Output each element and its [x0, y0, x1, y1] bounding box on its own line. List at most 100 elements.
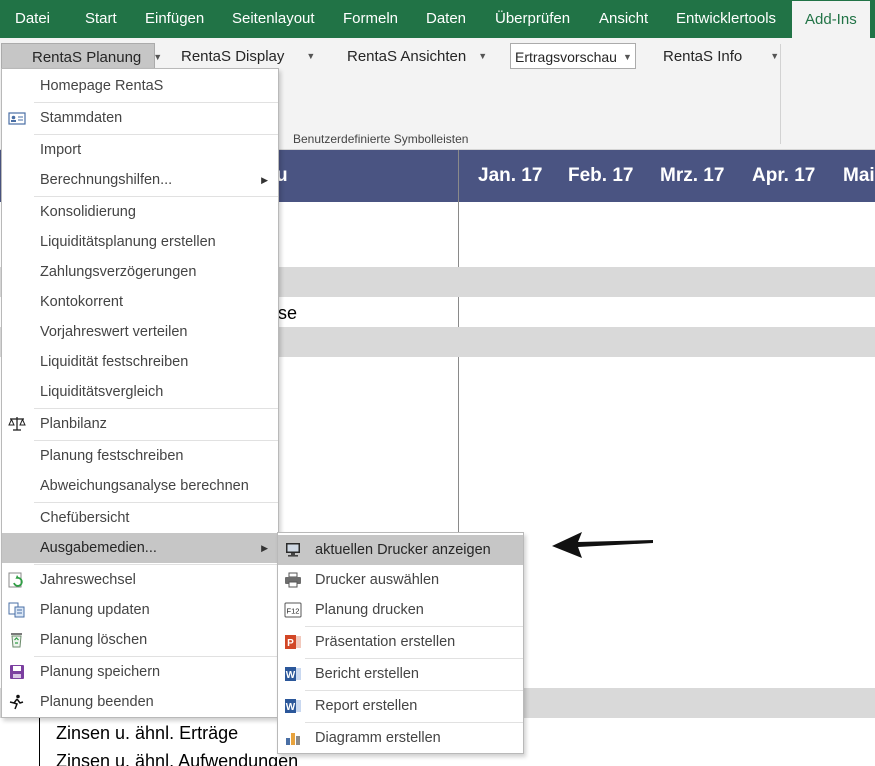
cell-zinsen-ertraege[interactable]: Zinsen u. ähnl. Erträge: [56, 723, 238, 744]
menu-item-label: Planung beenden: [40, 694, 154, 710]
ribbon-group-label: Benutzerdefinierte Symbolleisten: [293, 132, 469, 146]
menu-item-liquiditaetsvergleich[interactable]: Liquiditätsvergleich: [2, 377, 278, 407]
printer-icon: [285, 572, 301, 588]
menu-item-label: Bericht erstellen: [315, 666, 419, 682]
submenu-arrow-icon: ▶: [261, 543, 268, 553]
menu-item-homepage[interactable]: Homepage RentaS: [2, 71, 278, 101]
f12-key-icon: F12: [284, 602, 302, 618]
menu-item-drucker-anzeigen[interactable]: aktuellen Drucker anzeigen: [278, 535, 523, 565]
menu-item-label: Präsentation erstellen: [315, 634, 456, 650]
menu-item-stammdaten[interactable]: Stammdaten: [2, 103, 278, 133]
rentas-planung-dropdown: Homepage RentaS Stammdaten Import Berech…: [1, 68, 279, 718]
month-header-mai[interactable]: Mai: [843, 165, 875, 187]
menu-item-liquiditaetsplanung[interactable]: Liquiditätsplanung erstellen: [2, 227, 278, 257]
menu-item-label: Stammdaten: [40, 110, 123, 126]
word-icon: W: [285, 699, 301, 713]
menu-item-liquiditaet-festschreiben[interactable]: Liquidität festschreiben: [2, 347, 278, 377]
svg-text:P: P: [287, 638, 294, 649]
menu-item-planung-beenden[interactable]: Planung beenden: [2, 687, 278, 717]
rentas-planung-menu-button[interactable]: RentaS Planung ▼: [1, 43, 162, 69]
menu-item-label: Vorjahreswert verteilen: [40, 324, 188, 340]
menu-item-bericht-erstellen[interactable]: W Bericht erstellen: [278, 659, 523, 689]
tab-einfuegen[interactable]: Einfügen: [145, 0, 204, 38]
word-icon: W: [285, 667, 301, 681]
save-icon: [10, 665, 24, 679]
menu-item-planung-drucken[interactable]: F12 Planung drucken: [278, 595, 523, 625]
refresh-icon: [8, 572, 23, 588]
menu-item-label: Liquidität festschreiben: [40, 354, 189, 370]
rentas-info-label: RentaS Info: [663, 48, 743, 65]
menu-item-label: Ausgabemedien...: [40, 540, 157, 556]
menu-item-konsolidierung[interactable]: Konsolidierung: [2, 197, 278, 227]
menu-item-abweichungsanalyse[interactable]: Abweichungsanalyse berechnen: [2, 471, 278, 501]
menu-item-planung-updaten[interactable]: Planung updaten: [2, 595, 278, 625]
recycle-bin-icon: [11, 633, 22, 648]
month-header-mrz[interactable]: Mrz. 17: [660, 165, 724, 187]
menu-item-label: Homepage RentaS: [40, 78, 164, 94]
tab-ueberpruefen[interactable]: Überprüfen: [495, 0, 570, 38]
menu-item-label: Berechnungshilfen...: [40, 172, 173, 188]
svg-text:W: W: [286, 670, 296, 681]
month-header-jan[interactable]: Jan. 17: [478, 165, 542, 187]
tab-start[interactable]: Start: [85, 0, 117, 38]
rentas-ansichten-label: RentaS Ansichten: [347, 48, 467, 65]
caret-down-icon: ▼: [306, 51, 316, 61]
tab-formeln[interactable]: Formeln: [343, 0, 398, 38]
ausgabemedien-submenu: aktuellen Drucker anzeigen Drucker auswä…: [277, 532, 524, 754]
menu-item-planbilanz[interactable]: Planbilanz: [2, 409, 278, 439]
menu-item-vorjahreswert[interactable]: Vorjahreswert verteilen: [2, 317, 278, 347]
menu-item-label: Diagramm erstellen: [315, 730, 441, 746]
tab-ansicht[interactable]: Ansicht: [599, 0, 648, 38]
exit-icon: [9, 694, 24, 710]
rentas-display-menu-button[interactable]: RentaS Display ▼: [181, 43, 315, 69]
menu-item-import[interactable]: Import: [2, 135, 278, 165]
caret-down-icon: ▼: [622, 52, 632, 62]
menu-item-planung-speichern[interactable]: Planung speichern: [2, 657, 278, 687]
ertragsvorschau-select[interactable]: Ertragsvorschau ▼: [510, 43, 636, 69]
caret-down-icon: ▼: [478, 51, 488, 61]
rentas-ansichten-menu-button[interactable]: RentaS Ansichten ▼: [347, 43, 487, 69]
tab-entwicklertools[interactable]: Entwicklertools: [676, 0, 776, 38]
rentas-info-menu-button[interactable]: RentaS Info ▼: [663, 43, 779, 69]
id-card-icon: [8, 112, 26, 125]
caret-down-icon: ▼: [153, 52, 163, 62]
menu-item-label: Planung drucken: [315, 602, 424, 618]
ribbon-tab-bar: Datei Start Einfügen Seitenlayout Formel…: [0, 0, 875, 38]
cell-text-fragment[interactable]: se: [278, 303, 297, 324]
menu-item-berechnungshilfen[interactable]: Berechnungshilfen... ▶: [2, 165, 278, 195]
bar-chart-icon: [286, 733, 300, 745]
powerpoint-icon: P: [285, 635, 301, 649]
tab-seitenlayout[interactable]: Seitenlayout: [232, 0, 315, 38]
menu-item-label: Zahlungsverzögerungen: [40, 264, 197, 280]
menu-item-label: Liquiditätsplanung erstellen: [40, 234, 216, 250]
menu-item-drucker-auswaehlen[interactable]: Drucker auswählen: [278, 565, 523, 595]
cell-border: [39, 718, 40, 766]
month-header-apr[interactable]: Apr. 17: [752, 165, 815, 187]
month-header-feb[interactable]: Feb. 17: [568, 165, 633, 187]
menu-item-label: Kontokorrent: [40, 294, 124, 310]
tab-datei[interactable]: Datei: [15, 0, 50, 38]
menu-item-chefuebersicht[interactable]: Chefübersicht: [2, 503, 278, 533]
menu-item-label: Chefübersicht: [40, 510, 130, 526]
tab-add-ins[interactable]: Add-Ins: [792, 1, 870, 38]
menu-item-label: Abweichungsanalyse berechnen: [40, 478, 249, 494]
menu-item-diagramm-erstellen[interactable]: Diagramm erstellen: [278, 723, 523, 753]
menu-item-kontokorrent[interactable]: Kontokorrent: [2, 287, 278, 317]
ribbon-separator: [780, 44, 781, 144]
menu-item-label: Import: [40, 142, 82, 158]
menu-item-planung-loeschen[interactable]: Planung löschen: [2, 625, 278, 655]
cell-zinsen-aufwendungen[interactable]: Zinsen u. ähnl. Aufwendungen: [56, 751, 298, 766]
menu-item-jahreswechsel[interactable]: Jahreswechsel: [2, 565, 278, 595]
annotation-arrow: [552, 532, 653, 558]
menu-item-label: Planung festschreiben: [40, 448, 184, 464]
menu-item-report-erstellen[interactable]: W Report erstellen: [278, 691, 523, 721]
menu-item-label: aktuellen Drucker anzeigen: [315, 542, 491, 558]
rentas-display-label: RentaS Display: [181, 48, 285, 65]
menu-item-planung-festschreiben[interactable]: Planung festschreiben: [2, 441, 278, 471]
rentas-planung-label: RentaS Planung: [32, 49, 142, 66]
tab-daten[interactable]: Daten: [426, 0, 466, 38]
menu-item-praesentation-erstellen[interactable]: P Präsentation erstellen: [278, 627, 523, 657]
scales-icon: [8, 417, 26, 431]
menu-item-ausgabemedien[interactable]: Ausgabemedien... ▶: [2, 533, 278, 563]
menu-item-zahlungsverzoegerungen[interactable]: Zahlungsverzögerungen: [2, 257, 278, 287]
